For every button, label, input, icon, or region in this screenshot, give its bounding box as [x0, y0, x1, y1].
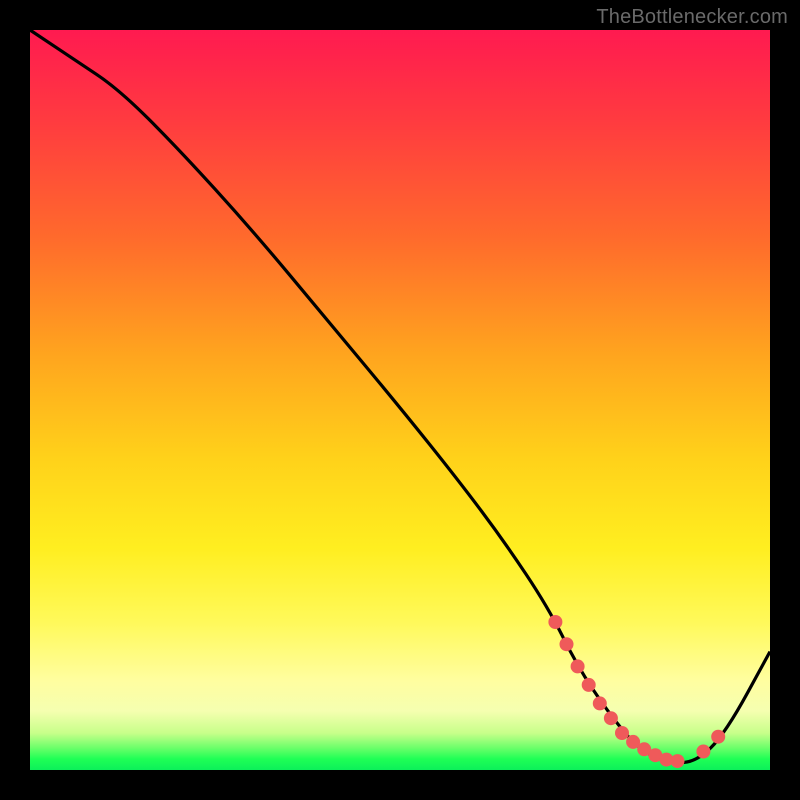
curve-marker — [582, 678, 596, 692]
curve-marker — [711, 730, 725, 744]
marker-group — [548, 615, 725, 768]
curve-marker — [671, 754, 685, 768]
curve-marker — [615, 726, 629, 740]
watermark-text: TheBottlenecker.com — [596, 6, 788, 29]
curve-marker — [696, 745, 710, 759]
curve-marker — [593, 696, 607, 710]
curve-marker — [548, 615, 562, 629]
curve-svg — [30, 30, 770, 770]
curve-marker — [571, 659, 585, 673]
chart-frame: TheBottlenecker.com — [0, 0, 800, 800]
bottleneck-curve — [30, 30, 770, 763]
curve-marker — [560, 637, 574, 651]
curve-marker — [604, 711, 618, 725]
plot-area — [30, 30, 770, 770]
